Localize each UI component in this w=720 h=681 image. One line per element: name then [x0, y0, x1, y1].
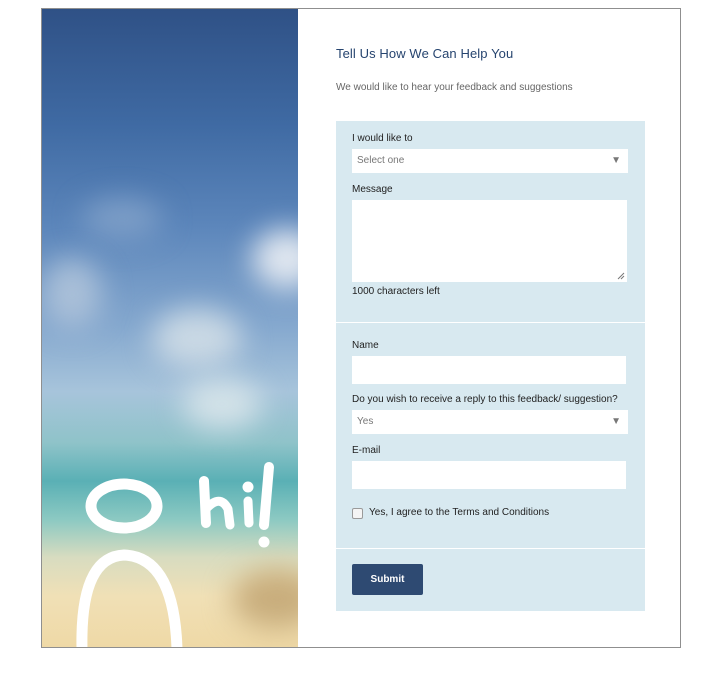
intent-select-value: Select one [357, 155, 405, 166]
terms-checkbox[interactable] [352, 508, 363, 519]
name-input[interactable] [352, 356, 626, 384]
email-input[interactable] [352, 461, 626, 489]
character-counter: 1000 characters left [352, 286, 440, 297]
message-textarea[interactable] [352, 200, 627, 282]
page-subtitle: We would like to hear your feedback and … [336, 82, 573, 93]
section-divider [336, 548, 645, 549]
reply-label: Do you wish to receive a reply to this f… [352, 394, 618, 405]
dropdown-arrow-icon: ▼ [611, 155, 621, 166]
resize-grip-icon[interactable] [617, 272, 625, 280]
submit-button[interactable]: Submit [352, 564, 423, 595]
terms-label: Yes, I agree to the Terms and Conditions [369, 507, 550, 518]
dropdown-arrow-icon: ▼ [611, 416, 621, 427]
intent-select[interactable]: Select one ▼ [352, 149, 628, 173]
feedback-form: I would like to Select one ▼ Message 100… [336, 121, 645, 611]
page-frame: Tell Us How We Can Help You We would lik… [41, 8, 681, 648]
name-label: Name [352, 340, 379, 351]
reply-select[interactable]: Yes ▼ [352, 410, 628, 434]
hero-image [42, 9, 298, 647]
intent-label: I would like to [352, 133, 413, 144]
message-label: Message [352, 184, 393, 195]
section-divider [336, 322, 645, 323]
page-title: Tell Us How We Can Help You [336, 46, 514, 61]
reply-select-value: Yes [357, 416, 374, 427]
email-label: E-mail [352, 445, 381, 456]
feedback-panel: Tell Us How We Can Help You We would lik… [298, 9, 680, 647]
o-hi-doodle [76, 462, 274, 647]
